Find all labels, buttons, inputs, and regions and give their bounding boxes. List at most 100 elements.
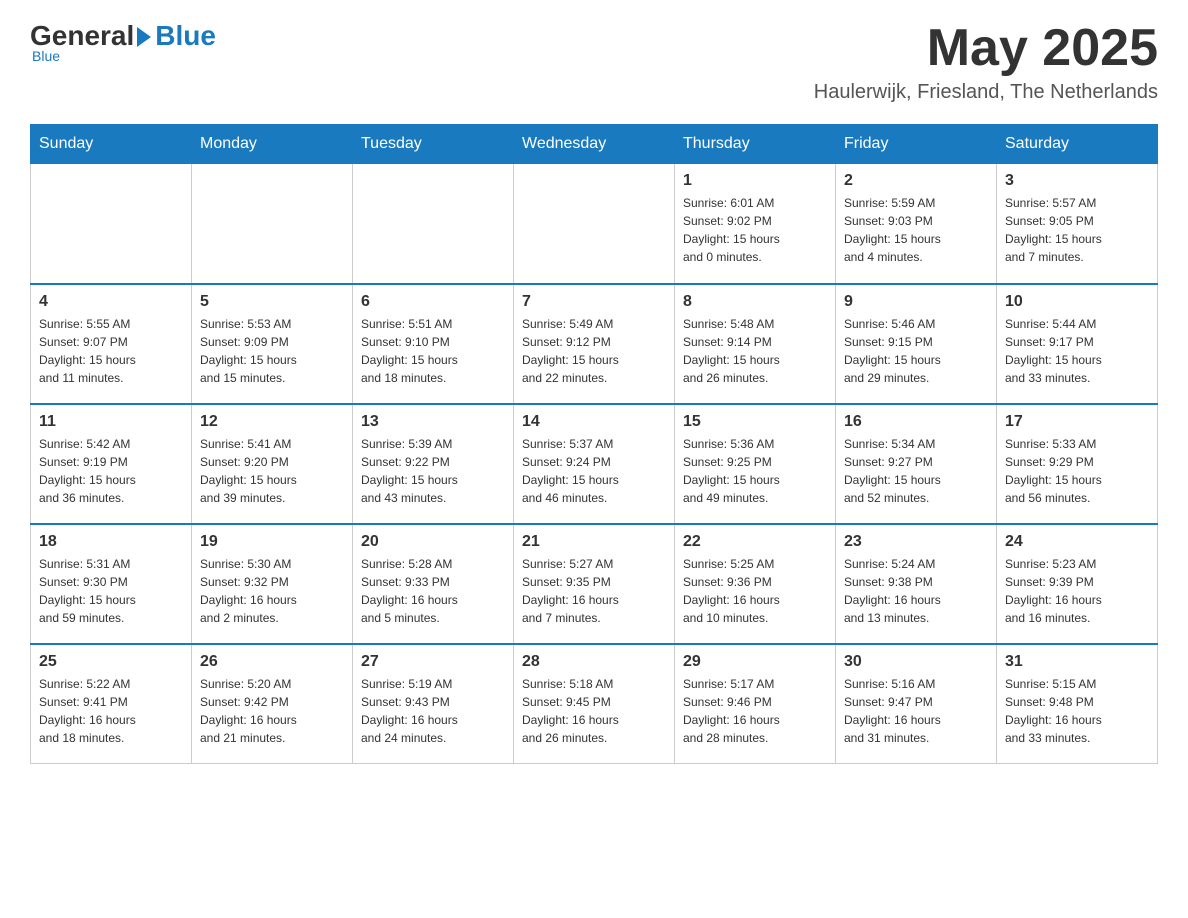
day-info: Sunrise: 5:37 AMSunset: 9:24 PMDaylight:… bbox=[522, 435, 666, 507]
cell-week4-day0: 18 Sunrise: 5:31 AMSunset: 9:30 PMDayligh… bbox=[31, 524, 192, 644]
day-info: Sunrise: 5:19 AMSunset: 9:43 PMDaylight:… bbox=[361, 675, 505, 747]
logo-blue-text: Blue bbox=[155, 20, 216, 52]
cell-week5-day2: 27 Sunrise: 5:19 AMSunset: 9:43 PMDayligh… bbox=[353, 644, 514, 764]
col-header-tuesday: Tuesday bbox=[353, 125, 514, 164]
cell-week2-day3: 7 Sunrise: 5:49 AMSunset: 9:12 PMDaylight… bbox=[514, 284, 675, 404]
cell-week4-day6: 24Sunrise: 5:23 AMSunset: 9:39 PMDayligh… bbox=[997, 524, 1158, 644]
day-number: 13 bbox=[361, 413, 505, 431]
col-header-monday: Monday bbox=[192, 125, 353, 164]
day-info: Sunrise: 5:28 AMSunset: 9:33 PMDaylight:… bbox=[361, 555, 505, 627]
cell-week5-day0: 25Sunrise: 5:22 AMSunset: 9:41 PMDayligh… bbox=[31, 644, 192, 764]
cell-week1-day6: 3Sunrise: 5:57 AMSunset: 9:05 PMDaylight… bbox=[997, 164, 1158, 284]
week-row-5: 25Sunrise: 5:22 AMSunset: 9:41 PMDayligh… bbox=[31, 644, 1158, 764]
cell-week1-day4: 1Sunrise: 6:01 AMSunset: 9:02 PMDaylight… bbox=[675, 164, 836, 284]
day-info: Sunrise: 5:20 AMSunset: 9:42 PMDaylight:… bbox=[200, 675, 344, 747]
cell-week2-day0: 4 Sunrise: 5:55 AMSunset: 9:07 PMDaylight… bbox=[31, 284, 192, 404]
col-header-saturday: Saturday bbox=[997, 125, 1158, 164]
day-info: Sunrise: 5:36 AMSunset: 9:25 PMDaylight:… bbox=[683, 435, 827, 507]
day-info: Sunrise: 5:51 AMSunset: 9:10 PMDaylight:… bbox=[361, 315, 505, 387]
day-number: 22 bbox=[683, 533, 827, 551]
day-number: 4 bbox=[39, 293, 183, 311]
day-number: 27 bbox=[361, 653, 505, 671]
col-header-wednesday: Wednesday bbox=[514, 125, 675, 164]
day-number: 5 bbox=[200, 293, 344, 311]
day-info: Sunrise: 5:24 AMSunset: 9:38 PMDaylight:… bbox=[844, 555, 988, 627]
week-row-3: 11 Sunrise: 5:42 AMSunset: 9:19 PMDayligh… bbox=[31, 404, 1158, 524]
day-info: Sunrise: 5:22 AMSunset: 9:41 PMDaylight:… bbox=[39, 675, 183, 747]
day-info: Sunrise: 5:33 AMSunset: 9:29 PMDaylight:… bbox=[1005, 435, 1149, 507]
cell-week1-day5: 2 Sunrise: 5:59 AMSunset: 9:03 PMDaylight… bbox=[836, 164, 997, 284]
day-number: 19 bbox=[200, 533, 344, 551]
logo-subtitle: Blue bbox=[32, 48, 60, 64]
day-number: 11 bbox=[39, 413, 183, 431]
day-info: Sunrise: 5:41 AMSunset: 9:20 PMDaylight:… bbox=[200, 435, 344, 507]
day-number: 23 bbox=[844, 533, 988, 551]
cell-week1-day2 bbox=[353, 164, 514, 284]
day-number: 24 bbox=[1005, 533, 1149, 551]
cell-week5-day3: 28 Sunrise: 5:18 AMSunset: 9:45 PMDayligh… bbox=[514, 644, 675, 764]
cell-week2-day6: 10 Sunrise: 5:44 AMSunset: 9:17 PMDayligh… bbox=[997, 284, 1158, 404]
day-headers-row: SundayMondayTuesdayWednesdayThursdayFrid… bbox=[31, 125, 1158, 164]
cell-week3-day4: 15 Sunrise: 5:36 AMSunset: 9:25 PMDayligh… bbox=[675, 404, 836, 524]
week-row-4: 18 Sunrise: 5:31 AMSunset: 9:30 PMDayligh… bbox=[31, 524, 1158, 644]
day-number: 15 bbox=[683, 413, 827, 431]
day-number: 9 bbox=[844, 293, 988, 311]
cell-week4-day4: 22Sunrise: 5:25 AMSunset: 9:36 PMDayligh… bbox=[675, 524, 836, 644]
cell-week2-day1: 5Sunrise: 5:53 AMSunset: 9:09 PMDaylight… bbox=[192, 284, 353, 404]
day-info: Sunrise: 5:34 AMSunset: 9:27 PMDaylight:… bbox=[844, 435, 988, 507]
day-info: Sunrise: 5:16 AMSunset: 9:47 PMDaylight:… bbox=[844, 675, 988, 747]
cell-week2-day5: 9 Sunrise: 5:46 AMSunset: 9:15 PMDaylight… bbox=[836, 284, 997, 404]
day-number: 28 bbox=[522, 653, 666, 671]
day-info: Sunrise: 5:55 AMSunset: 9:07 PMDaylight:… bbox=[39, 315, 183, 387]
cell-week1-day0 bbox=[31, 164, 192, 284]
day-number: 2 bbox=[844, 172, 988, 190]
day-info: Sunrise: 5:18 AMSunset: 9:45 PMDaylight:… bbox=[522, 675, 666, 747]
day-number: 7 bbox=[522, 293, 666, 311]
cell-week5-day6: 31Sunrise: 5:15 AMSunset: 9:48 PMDayligh… bbox=[997, 644, 1158, 764]
cell-week3-day3: 14 Sunrise: 5:37 AMSunset: 9:24 PMDayligh… bbox=[514, 404, 675, 524]
cell-week1-day3 bbox=[514, 164, 675, 284]
week-row-2: 4 Sunrise: 5:55 AMSunset: 9:07 PMDaylight… bbox=[31, 284, 1158, 404]
calendar-body: 1Sunrise: 6:01 AMSunset: 9:02 PMDaylight… bbox=[31, 164, 1158, 764]
day-number: 1 bbox=[683, 172, 827, 190]
day-info: Sunrise: 5:48 AMSunset: 9:14 PMDaylight:… bbox=[683, 315, 827, 387]
cell-week4-day1: 19 Sunrise: 5:30 AMSunset: 9:32 PMDayligh… bbox=[192, 524, 353, 644]
day-number: 31 bbox=[1005, 653, 1149, 671]
day-number: 26 bbox=[200, 653, 344, 671]
day-info: Sunrise: 5:46 AMSunset: 9:15 PMDaylight:… bbox=[844, 315, 988, 387]
day-info: Sunrise: 5:39 AMSunset: 9:22 PMDaylight:… bbox=[361, 435, 505, 507]
cell-week3-day6: 17 Sunrise: 5:33 AMSunset: 9:29 PMDayligh… bbox=[997, 404, 1158, 524]
month-title: May 2025 bbox=[814, 20, 1158, 77]
location: Haulerwijk, Friesland, The Netherlands bbox=[814, 81, 1158, 104]
day-number: 12 bbox=[200, 413, 344, 431]
day-number: 10 bbox=[1005, 293, 1149, 311]
day-info: Sunrise: 5:31 AMSunset: 9:30 PMDaylight:… bbox=[39, 555, 183, 627]
day-number: 18 bbox=[39, 533, 183, 551]
cell-week2-day2: 6 Sunrise: 5:51 AMSunset: 9:10 PMDaylight… bbox=[353, 284, 514, 404]
col-header-friday: Friday bbox=[836, 125, 997, 164]
calendar-table: SundayMondayTuesdayWednesdayThursdayFrid… bbox=[30, 124, 1158, 764]
day-info: Sunrise: 5:27 AMSunset: 9:35 PMDaylight:… bbox=[522, 555, 666, 627]
day-number: 17 bbox=[1005, 413, 1149, 431]
day-info: Sunrise: 5:59 AMSunset: 9:03 PMDaylight:… bbox=[844, 194, 988, 266]
day-number: 29 bbox=[683, 653, 827, 671]
day-info: Sunrise: 5:44 AMSunset: 9:17 PMDaylight:… bbox=[1005, 315, 1149, 387]
day-info: Sunrise: 5:42 AMSunset: 9:19 PMDaylight:… bbox=[39, 435, 183, 507]
cell-week3-day1: 12 Sunrise: 5:41 AMSunset: 9:20 PMDayligh… bbox=[192, 404, 353, 524]
day-number: 14 bbox=[522, 413, 666, 431]
cell-week3-day0: 11 Sunrise: 5:42 AMSunset: 9:19 PMDayligh… bbox=[31, 404, 192, 524]
day-info: Sunrise: 5:17 AMSunset: 9:46 PMDaylight:… bbox=[683, 675, 827, 747]
logo-arrow-icon bbox=[137, 27, 151, 47]
day-number: 16 bbox=[844, 413, 988, 431]
page-header: General Blue Blue May 2025 Haulerwijk, F… bbox=[30, 20, 1158, 104]
day-info: Sunrise: 5:30 AMSunset: 9:32 PMDaylight:… bbox=[200, 555, 344, 627]
cell-week4-day2: 20Sunrise: 5:28 AMSunset: 9:33 PMDayligh… bbox=[353, 524, 514, 644]
day-number: 6 bbox=[361, 293, 505, 311]
calendar-header: SundayMondayTuesdayWednesdayThursdayFrid… bbox=[31, 125, 1158, 164]
day-number: 3 bbox=[1005, 172, 1149, 190]
cell-week1-day1 bbox=[192, 164, 353, 284]
week-row-1: 1Sunrise: 6:01 AMSunset: 9:02 PMDaylight… bbox=[31, 164, 1158, 284]
day-info: Sunrise: 5:49 AMSunset: 9:12 PMDaylight:… bbox=[522, 315, 666, 387]
cell-week4-day5: 23 Sunrise: 5:24 AMSunset: 9:38 PMDayligh… bbox=[836, 524, 997, 644]
col-header-sunday: Sunday bbox=[31, 125, 192, 164]
